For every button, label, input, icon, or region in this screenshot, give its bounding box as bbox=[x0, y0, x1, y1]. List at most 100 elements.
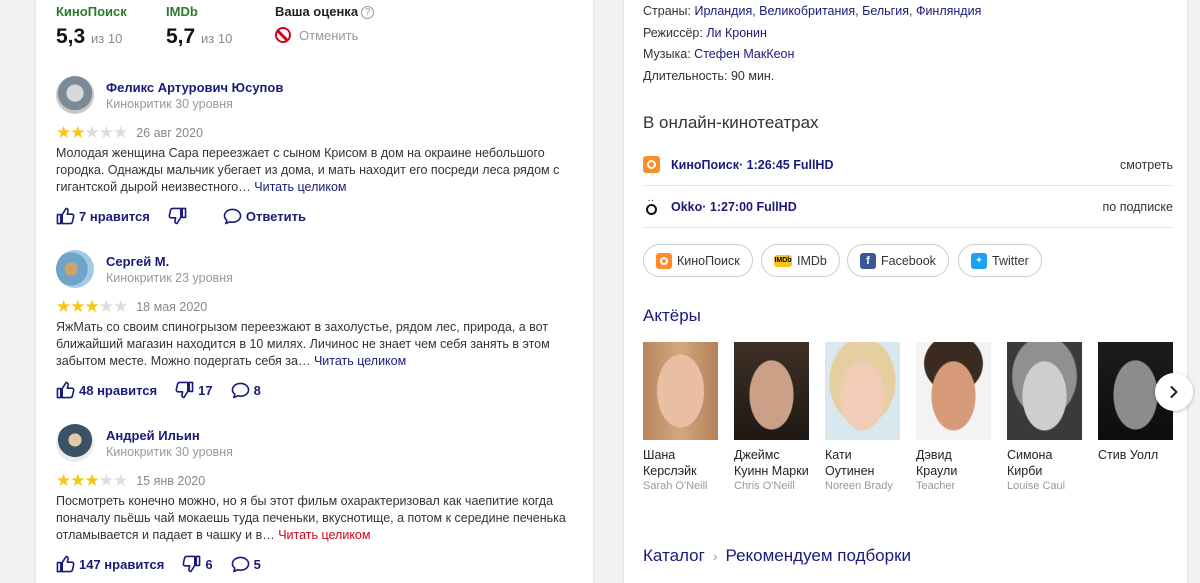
cinema-meta: · 1:27:00 FullHD bbox=[702, 199, 797, 214]
avatar[interactable] bbox=[56, 424, 94, 462]
watch-link[interactable]: смотреть bbox=[1120, 158, 1173, 172]
cinema-name: КиноПоиск bbox=[671, 157, 740, 172]
director-link[interactable]: Ли Кронин bbox=[706, 26, 767, 40]
like-count: 48 нравится bbox=[79, 382, 158, 398]
actor-name[interactable]: Дэвид Краули bbox=[916, 447, 992, 479]
actor-card[interactable]: Симона Кирби Louise Caul bbox=[1007, 342, 1083, 494]
actor-card[interactable]: Джеймс Куинн Марки Chris O'Neill bbox=[734, 342, 810, 494]
like-count: 7 нравится bbox=[79, 208, 150, 224]
breadcrumb-separator: › bbox=[712, 548, 718, 564]
reviewer-name[interactable]: Сергей М. bbox=[106, 254, 233, 269]
kinopoisk-rating-scale: из 10 bbox=[91, 31, 123, 46]
thumbs-up-icon bbox=[56, 207, 75, 225]
countries-label: Страны: bbox=[643, 4, 692, 18]
read-more-link[interactable]: Читать целиком bbox=[254, 180, 346, 194]
review-stars: ★★★★★ bbox=[56, 123, 128, 142]
actor-photo[interactable] bbox=[1007, 342, 1082, 440]
cinema-row-kinopoisk[interactable]: КиноПоиск · 1:26:45 FullHD смотреть bbox=[643, 144, 1173, 186]
kinopoisk-icon bbox=[643, 156, 660, 173]
dislike-button[interactable] bbox=[168, 207, 191, 225]
thumbs-up-icon bbox=[56, 381, 75, 399]
imdb-rating-scale: из 10 bbox=[201, 31, 233, 46]
actor-name[interactable]: Стив Уолл bbox=[1098, 447, 1174, 463]
recommendations-link[interactable]: Рекомендуем подборки bbox=[725, 546, 911, 566]
breadcrumb: Каталог › Рекомендуем подборки bbox=[643, 546, 911, 566]
facebook-link-button[interactable]: f Facebook bbox=[847, 244, 949, 277]
country-link[interactable]: Финляндия bbox=[916, 4, 981, 18]
actors-title[interactable]: Актёры bbox=[643, 306, 701, 326]
comments-button[interactable]: 5 bbox=[231, 556, 261, 573]
like-button[interactable]: 147 нравится bbox=[56, 555, 164, 573]
cancel-rating-button[interactable]: Отменить bbox=[275, 27, 374, 43]
next-actors-button[interactable] bbox=[1155, 373, 1193, 411]
like-count: 147 нравится bbox=[79, 556, 165, 572]
review-text: Молодая женщина Сара переезжает с сыном … bbox=[56, 145, 576, 196]
facebook-link-label: Facebook bbox=[881, 253, 936, 268]
actor-card[interactable]: Кати Оутинен Noreen Brady bbox=[825, 342, 901, 494]
subscription-link[interactable]: по подписке bbox=[1103, 200, 1174, 214]
catalog-link[interactable]: Каталог bbox=[643, 546, 705, 566]
actor-name[interactable]: Симона Кирби bbox=[1007, 447, 1083, 479]
actor-photo[interactable] bbox=[643, 342, 718, 440]
actor-name[interactable]: Кати Оутинен bbox=[825, 447, 901, 479]
country-link[interactable]: Ирландия bbox=[695, 4, 753, 18]
comment-count: 5 bbox=[253, 556, 261, 572]
actor-photo[interactable] bbox=[825, 342, 900, 440]
reviewer-name[interactable]: Феликс Артурович Юсупов bbox=[106, 80, 283, 95]
review-item: Феликс Артурович Юсупов Кинокритик 30 ур… bbox=[56, 76, 576, 225]
review-item: Сергей М. Кинокритик 23 уровня ★★★★★ 18 … bbox=[56, 250, 576, 399]
reply-label: Ответить bbox=[245, 208, 306, 224]
read-more-link[interactable]: Читать целиком bbox=[314, 354, 406, 368]
help-icon[interactable]: ? bbox=[361, 6, 375, 19]
actor-name[interactable]: Шана Керслэйк bbox=[643, 447, 719, 479]
comments-button[interactable]: 8 bbox=[231, 382, 261, 399]
actor-role: Chris O'Neill bbox=[734, 480, 795, 492]
duration-value: 90 мин. bbox=[730, 69, 775, 83]
imdb-rating-value: 5,7 bbox=[166, 25, 196, 48]
thumbs-up-icon bbox=[56, 555, 75, 573]
kinopoisk-link-label: КиноПоиск bbox=[677, 253, 740, 268]
composer-link[interactable]: Стефен МакКеон bbox=[694, 47, 794, 61]
read-more-link[interactable]: Читать целиком bbox=[278, 528, 370, 542]
actor-role: Teacher bbox=[916, 480, 956, 492]
cinema-row-okko[interactable]: ·· Okko · 1:27:00 FullHD по подписке bbox=[643, 186, 1173, 228]
like-button[interactable]: 48 нравится bbox=[56, 381, 157, 399]
comment-icon bbox=[231, 556, 249, 572]
duration-label: Длительность: bbox=[643, 69, 728, 83]
review-date: 26 авг 2020 bbox=[136, 126, 204, 140]
kinopoisk-link-button[interactable]: КиноПоиск bbox=[643, 244, 753, 277]
imdb-link-button[interactable]: IMDb IMDb bbox=[761, 244, 840, 277]
dislike-count: 6 bbox=[205, 556, 213, 572]
director-row: Режиссёр: Ли Кронин bbox=[643, 26, 767, 40]
actor-name[interactable]: Джеймс Куинн Марки bbox=[734, 447, 810, 479]
actor-card[interactable]: Дэвид Краули Teacher bbox=[916, 342, 992, 494]
duration-row: Длительность: 90 мин. bbox=[643, 69, 774, 83]
review-item: Андрей Ильин Кинокритик 30 уровня ★★★★★ … bbox=[56, 424, 576, 573]
actor-role: Louise Caul bbox=[1007, 480, 1066, 492]
twitter-icon: ✦ bbox=[971, 252, 987, 269]
review-date: 15 янв 2020 bbox=[136, 474, 206, 488]
twitter-link-button[interactable]: ✦ Twitter bbox=[958, 244, 1042, 277]
okko-icon: ·· bbox=[643, 198, 660, 215]
comment-icon bbox=[223, 208, 242, 224]
dislike-button[interactable]: 17 bbox=[175, 381, 213, 399]
avatar[interactable] bbox=[56, 76, 94, 114]
reply-button[interactable]: Ответить bbox=[223, 208, 306, 225]
user-rating: Ваша оценка? Отменить bbox=[275, 4, 375, 43]
actor-photo[interactable] bbox=[916, 342, 991, 440]
comment-icon bbox=[231, 382, 249, 398]
dislike-button[interactable]: 6 bbox=[182, 555, 213, 573]
imdb-rating: IMDb 5,7 из 10 bbox=[166, 4, 232, 49]
country-link[interactable]: Бельгия bbox=[862, 4, 909, 18]
reviewer-name[interactable]: Андрей Ильин bbox=[106, 428, 233, 443]
chevron-right-icon bbox=[1170, 386, 1178, 398]
actor-photo[interactable] bbox=[734, 342, 809, 440]
imdb-rating-source: IMDb bbox=[166, 4, 198, 19]
like-button[interactable]: 7 нравится bbox=[56, 207, 150, 225]
cancel-rating-label: Отменить bbox=[299, 27, 359, 43]
actor-role: Sarah O'Neill bbox=[643, 480, 708, 492]
dislike-count: 17 bbox=[198, 382, 213, 398]
avatar[interactable] bbox=[56, 250, 94, 288]
actor-card[interactable]: Шана Керслэйк Sarah O'Neill bbox=[643, 342, 719, 494]
country-link[interactable]: Великобритания bbox=[759, 4, 855, 18]
